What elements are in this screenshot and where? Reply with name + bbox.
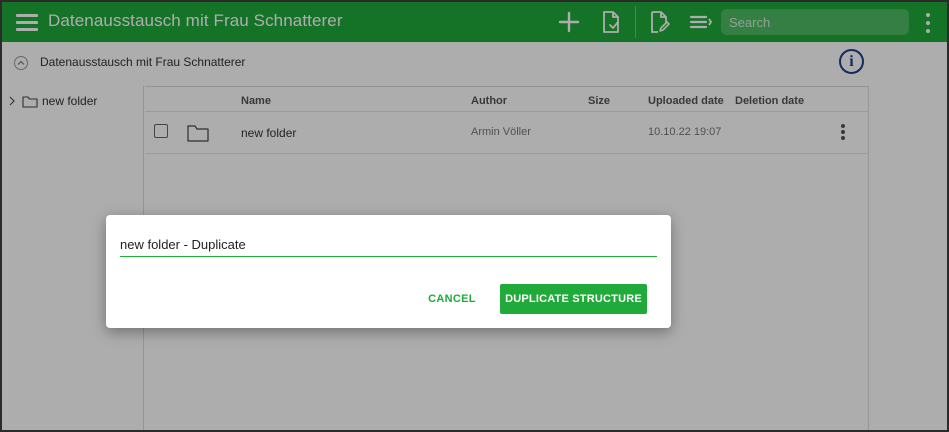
cancel-button[interactable]: CANCEL xyxy=(417,284,487,314)
app-window: Datenausstausch mit Frau Schnatterer Sea… xyxy=(0,0,949,432)
duplicate-dialog: CANCEL DUPLICATE STRUCTURE xyxy=(106,215,671,328)
duplicate-structure-button[interactable]: DUPLICATE STRUCTURE xyxy=(500,284,647,314)
duplicate-name-input[interactable] xyxy=(120,233,657,257)
